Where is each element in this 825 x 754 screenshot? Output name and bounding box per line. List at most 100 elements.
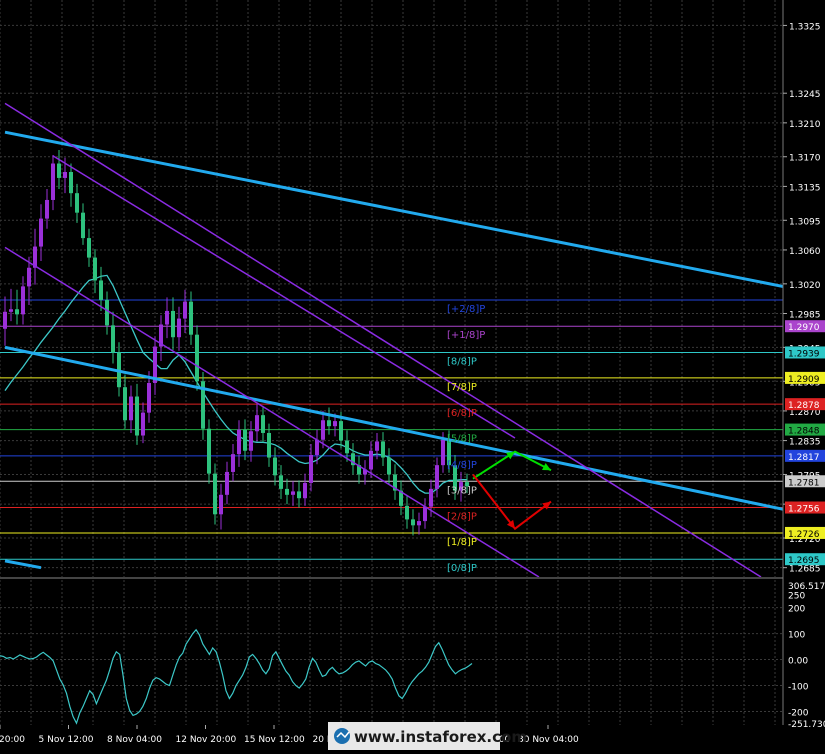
candle-body [333, 421, 337, 427]
price-tick-label: 1.3020 [789, 281, 821, 291]
candle-body [309, 454, 313, 483]
candle-body [141, 412, 145, 436]
candle-body [129, 396, 133, 421]
candle-body [315, 439, 319, 455]
murrey-label: [4/8]P [447, 460, 477, 471]
candle-body [339, 421, 343, 441]
candle-body [369, 450, 373, 470]
candle-body [189, 301, 193, 335]
candle-body [291, 491, 295, 495]
candle-body [279, 475, 283, 489]
candle-body [69, 171, 73, 194]
candle-body [93, 257, 97, 281]
candle [195, 325, 199, 391]
cci-tick-label: 200 [788, 605, 805, 615]
candle-body [345, 440, 349, 454]
watermark: www.instaforex.com [328, 722, 527, 750]
price-badge-label: 1.2909 [788, 375, 820, 385]
time-label: 5 Nov 12:00 [39, 735, 94, 745]
candle-body [213, 473, 217, 515]
candle-body [297, 491, 301, 499]
candle-body [417, 521, 421, 526]
candle-body [375, 441, 379, 451]
candle-body [3, 311, 7, 329]
time-label: 8 Nov 04:00 [107, 735, 162, 745]
svg-text:www.instaforex.com: www.instaforex.com [354, 728, 527, 746]
candle-body [171, 310, 175, 338]
time-label: 30 Nov 04:00 [518, 735, 579, 745]
candle-body [423, 506, 427, 522]
time-label: 1 Nov 20:00 [0, 735, 25, 745]
candle-body [381, 441, 385, 458]
murrey-label: [2/8]P [447, 512, 477, 523]
cci-tick-label: 0.00 [788, 657, 808, 667]
candle-body [237, 429, 241, 455]
candle-body [411, 519, 415, 526]
price-tick-label: 1.3245 [789, 90, 821, 100]
candle-body [27, 267, 31, 287]
price-badge-label: 1.2781 [788, 478, 820, 488]
candle-body [39, 218, 43, 247]
price-tick-label: 1.3095 [789, 217, 821, 227]
candle-body [231, 454, 235, 472]
candle-body [441, 439, 445, 466]
candle-body [225, 471, 229, 495]
price-badge-label: 1.2939 [788, 349, 820, 359]
candle-body [321, 420, 325, 440]
cci-tick-label: -200 [788, 708, 809, 718]
candle-body [219, 494, 223, 515]
candle-body [249, 431, 253, 451]
candle-body [183, 301, 187, 319]
candle-body [267, 432, 271, 458]
murrey-label: [+2/8]P [447, 304, 485, 315]
murrey-label: [7/8]P [447, 382, 477, 393]
candle-body [303, 482, 307, 499]
murrey-label: [3/8]P [447, 485, 477, 496]
candle-body [45, 199, 49, 219]
cci-tick-label: 250 [788, 592, 805, 602]
price-badge-label: 1.2756 [788, 505, 820, 515]
price-badge-label: 1.2726 [788, 530, 820, 540]
cci-tick-label: 100 [788, 631, 805, 641]
murrey-label: [5/8]P [447, 434, 477, 445]
candle-body [435, 465, 439, 489]
candle-body [261, 415, 265, 433]
price-tick-label: 1.2835 [789, 438, 821, 448]
candle-body [51, 163, 55, 200]
candle-body [105, 299, 109, 326]
murrey-label: [6/8]P [447, 408, 477, 419]
candle-body [81, 212, 85, 239]
candle-body [99, 280, 103, 300]
murrey-label: [+1/8]P [447, 330, 485, 341]
price-tick-label: 1.3060 [789, 247, 821, 257]
chart-area: [+2/8]P [+1/8]P [8/8]P [7/8]P [6/8]P [5/8]P [4… [0, 0, 825, 750]
candle-body [327, 420, 331, 427]
cci-tick-label: -251.7307 [788, 720, 825, 730]
candle-body [285, 488, 289, 495]
candle-body [111, 325, 115, 353]
price-tick-label: 1.3135 [789, 183, 821, 193]
price-badge-label: 1.2817 [788, 453, 820, 463]
price-chart: [+2/8]P [+1/8]P [8/8]P [7/8]P [6/8]P [5/8]P [4… [0, 0, 825, 750]
candle-body [255, 415, 259, 432]
cci-tick-label: 306.5172 [788, 582, 825, 592]
candle-body [57, 163, 61, 178]
murrey-label: [1/8]P [447, 537, 477, 548]
candle-body [21, 286, 25, 315]
price-tick-label: 1.3170 [789, 154, 821, 164]
candle-body [405, 505, 409, 520]
candle-body [87, 238, 91, 258]
candle-body [135, 396, 139, 436]
murrey-label: [8/8]P [447, 356, 477, 367]
cci-tick-label: -100 [788, 683, 809, 693]
price-badge-label: 1.2878 [788, 401, 820, 411]
candle-body [147, 382, 151, 413]
time-label: 15 Nov 12:00 [244, 735, 305, 745]
candle-body [165, 310, 169, 325]
candle-body [195, 334, 199, 382]
candle-body [387, 457, 391, 475]
candle-body [273, 457, 277, 476]
candle-body [75, 193, 79, 213]
candle-body [243, 429, 247, 451]
price-badge-label: 1.2695 [788, 556, 820, 566]
